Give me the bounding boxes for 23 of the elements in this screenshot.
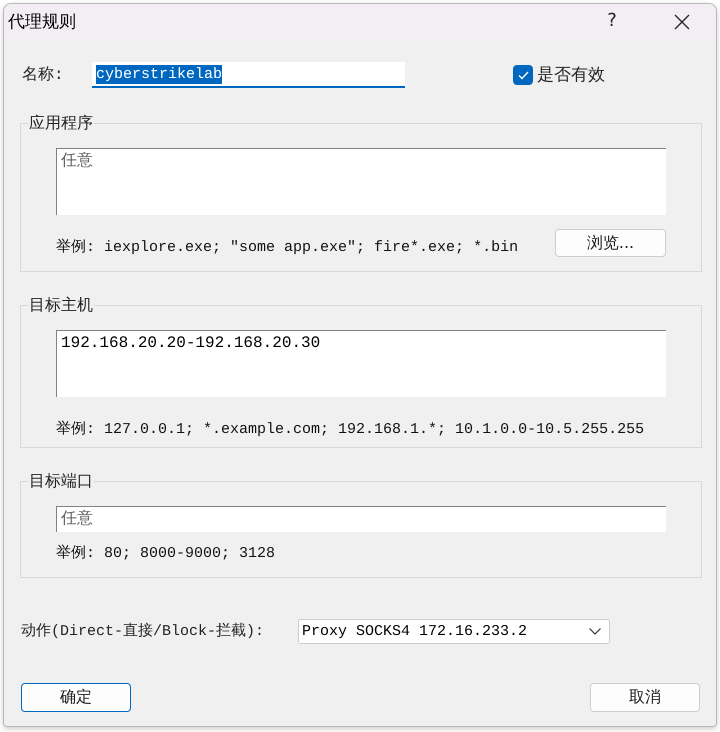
example-hint: 举例: 80; 8000-9000; 3128: [56, 545, 276, 563]
enabled-label: 是否有效: [537, 65, 605, 85]
enabled-checkbox[interactable]: [513, 65, 533, 85]
text-area[interactable]: 192.168.20.20-192.168.20.30: [56, 330, 666, 397]
example-hint: 举例: 127.0.0.1; *.example.com; 192.168.1.*; 10.1.0.0-10.5.255.255: [56, 421, 644, 439]
cancel-button[interactable]: 取消: [590, 683, 700, 712]
chevron-down-icon: [589, 628, 601, 635]
group-title: 目标主机: [28, 296, 94, 314]
ok-button[interactable]: 确定: [21, 683, 131, 712]
input-field[interactable]: 任意: [56, 506, 666, 532]
name-field[interactable]: cyberstrikelab: [92, 62, 405, 88]
group-title: 应用程序: [28, 114, 94, 132]
action-label: 动作(Direct-直接/Block-拦截):: [20, 622, 266, 640]
window-title: 代理规则: [8, 11, 76, 33]
action-dropdown[interactable]: Proxy SOCKS4 172.16.233.2: [298, 619, 610, 644]
name-label: 名称:: [21, 66, 65, 84]
help-button[interactable]: ?: [589, 4, 635, 40]
text-area[interactable]: 任意: [56, 148, 666, 215]
checkmark-icon: [518, 70, 528, 80]
browse-button[interactable]: 浏览...: [555, 229, 666, 257]
close-icon: [674, 14, 690, 30]
group-title: 目标端口: [28, 472, 94, 490]
example-hint: 举例: iexplore.exe; "some app.exe"; fire*.exe; *.bin: [56, 239, 518, 257]
